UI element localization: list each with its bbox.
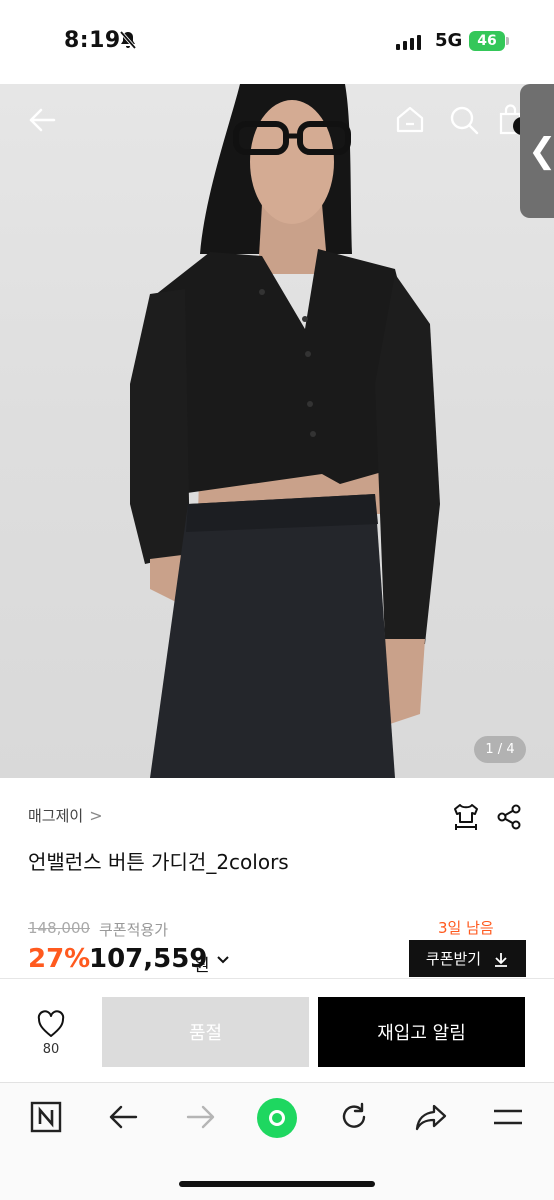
mute-bell-icon bbox=[119, 30, 137, 50]
battery-icon: 46 bbox=[469, 31, 505, 51]
home-icon[interactable] bbox=[394, 104, 426, 136]
handle-chevron-icon: ❮ bbox=[528, 131, 554, 171]
discount-rate: 27% bbox=[28, 944, 91, 974]
browser-back-icon[interactable] bbox=[108, 1103, 138, 1131]
back-arrow-icon[interactable] bbox=[26, 104, 58, 136]
refresh-icon[interactable] bbox=[338, 1101, 370, 1133]
network-type: 5G bbox=[435, 30, 463, 51]
n-logo-icon[interactable] bbox=[30, 1101, 62, 1133]
original-price: 148,000 bbox=[28, 919, 91, 937]
brand-chevron-icon: > bbox=[89, 806, 103, 825]
search-icon[interactable] bbox=[448, 104, 480, 136]
product-title: 언밸런스 버튼 가디건_2colors bbox=[28, 850, 289, 874]
download-icon bbox=[495, 952, 508, 967]
share-icon[interactable] bbox=[495, 803, 523, 831]
size-guide-icon[interactable] bbox=[451, 802, 481, 832]
brand-name: 매그제이 bbox=[28, 807, 84, 825]
browser-forward-icon[interactable] bbox=[186, 1103, 216, 1131]
gallery-pager: 1 / 4 bbox=[474, 736, 526, 763]
coupon-days-left: 3일 남음 bbox=[438, 919, 494, 937]
product-photo bbox=[130, 84, 440, 778]
restock-alert-button[interactable]: 재입고 알림 bbox=[318, 997, 525, 1067]
status-bar: 8:19 5G 46 bbox=[0, 0, 554, 84]
currency-unit: 원 bbox=[194, 956, 210, 976]
get-coupon-button[interactable]: 쿠폰받기 bbox=[409, 940, 526, 977]
price-detail-chevron-icon[interactable] bbox=[215, 951, 231, 967]
status-time: 8:19 bbox=[64, 28, 121, 53]
get-coupon-label: 쿠폰받기 bbox=[425, 950, 482, 968]
soldout-button: 품절 bbox=[102, 997, 309, 1067]
green-orb-icon[interactable] bbox=[255, 1096, 299, 1140]
coupon-price-note: 쿠폰적용가 bbox=[99, 921, 169, 939]
cellular-signal-icon bbox=[396, 34, 421, 50]
menu-icon[interactable] bbox=[492, 1106, 524, 1128]
heart-icon[interactable] bbox=[34, 1010, 68, 1038]
battery-tip bbox=[506, 37, 509, 45]
sale-price: 107,559 bbox=[89, 944, 208, 974]
product-image-gallery[interactable] bbox=[0, 84, 554, 778]
brand-link[interactable]: 매그제이 > bbox=[28, 805, 103, 826]
share-forward-icon[interactable] bbox=[414, 1102, 448, 1132]
side-panel-handle[interactable]: ❮ bbox=[520, 84, 554, 218]
home-indicator[interactable] bbox=[179, 1181, 375, 1187]
wishlist-count: 80 bbox=[42, 1042, 60, 1057]
